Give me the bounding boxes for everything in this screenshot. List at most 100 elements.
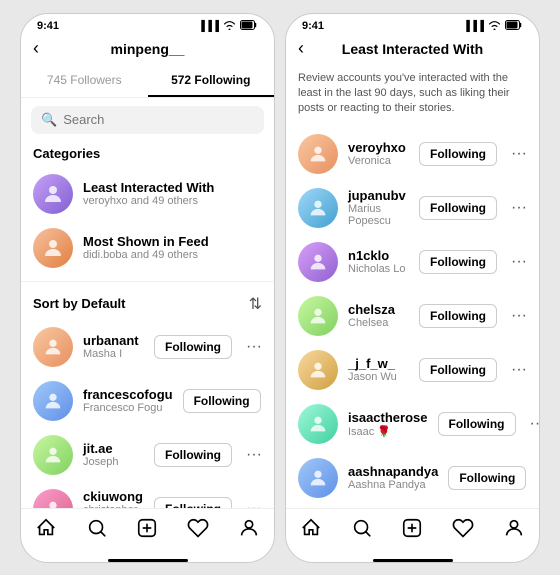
status-icons-left: ▐▐▐ [198, 20, 258, 33]
right-follow-btn-2[interactable]: Following [419, 196, 497, 220]
right-user-item-1: veroyhxo Veronica Following ··· [286, 127, 539, 181]
divider-1 [21, 281, 274, 282]
profile-title: minpeng__ [111, 41, 185, 57]
right-follow-btn-3[interactable]: Following [419, 250, 497, 274]
sort-icon[interactable]: ⇅ [249, 294, 262, 314]
sort-row[interactable]: Sort by Default ⇅ [21, 288, 274, 320]
right-more-dots-3[interactable]: ··· [511, 253, 527, 271]
right-more-dots-6[interactable]: ··· [530, 415, 540, 433]
tab-followers[interactable]: 745 Followers [21, 65, 148, 97]
follow-btn-3[interactable]: Following [154, 443, 232, 467]
left-scroll-area: Categories Least Interacted With veroyhx… [21, 142, 274, 508]
right-user-avatar-7 [298, 458, 338, 498]
time-right: 9:41 [302, 20, 324, 32]
user-item-2: francescofogu Francesco Fogu Following ·… [21, 374, 274, 428]
right-follow-btn-7[interactable]: Following [448, 466, 526, 490]
category-avatar-1 [33, 174, 73, 214]
right-more-dots-2[interactable]: ··· [511, 199, 527, 217]
right-user-info-4: chelsza Chelsea [348, 302, 409, 329]
nav-search-right[interactable] [351, 517, 373, 545]
category-least-interacted[interactable]: Least Interacted With veroyhxo and 49 ot… [21, 167, 274, 221]
user-avatar-2 [33, 381, 73, 421]
nav-heart-left[interactable] [187, 517, 209, 545]
right-follow-btn-6[interactable]: Following [438, 412, 516, 436]
right-follow-btn-1[interactable]: Following [419, 142, 497, 166]
more-dots-3[interactable]: ··· [246, 446, 262, 464]
status-bar-left: 9:41 ▐▐▐ [21, 14, 274, 37]
user-info-4: ckiuwong christopher wong [83, 489, 144, 508]
right-user-item-5: _j_f_w_ Jason Wu Following ··· [286, 343, 539, 397]
nav-profile-right[interactable] [503, 517, 525, 545]
right-user-info-6: isaactherose Isaac 🌹 [348, 410, 428, 438]
user-avatar-1 [33, 327, 73, 367]
right-more-dots-1[interactable]: ··· [511, 145, 527, 163]
user-info-1: urbanant Masha I [83, 333, 144, 360]
right-follow-btn-4[interactable]: Following [419, 304, 497, 328]
follow-btn-4[interactable]: Following [154, 497, 232, 508]
user-info-3: jit.ae Joseph [83, 441, 144, 468]
right-phone: 9:41 ▐▐▐ [285, 13, 540, 563]
follow-btn-1[interactable]: Following [154, 335, 232, 359]
right-user-item-3: n1cklo Nicholas Lo Following ··· [286, 235, 539, 289]
user-avatar-4 [33, 489, 73, 508]
time-left: 9:41 [37, 20, 59, 32]
wifi-icon-right [488, 20, 501, 33]
home-indicator-right [373, 559, 453, 562]
right-more-dots-4[interactable]: ··· [511, 307, 527, 325]
nav-heart-right[interactable] [452, 517, 474, 545]
more-dots-4[interactable]: ··· [246, 500, 262, 508]
right-follow-btn-5[interactable]: Following [419, 358, 497, 382]
user-item-1: urbanant Masha I Following ··· [21, 320, 274, 374]
categories-title: Categories [21, 142, 274, 167]
wifi-icon [223, 20, 236, 33]
right-user-item-2: jupanubv Marius Popescu Following ··· [286, 181, 539, 235]
battery-icon [240, 20, 258, 33]
description-text: Review accounts you've interacted with t… [286, 65, 539, 127]
nav-header-left: ‹ minpeng__ [21, 37, 274, 65]
right-user-info-2: jupanubv Marius Popescu [348, 188, 409, 227]
right-user-info-1: veroyhxo Veronica [348, 140, 409, 167]
nav-header-right: ‹ Least Interacted With [286, 37, 539, 65]
right-user-avatar-2 [298, 188, 338, 228]
nav-add-left[interactable] [136, 517, 158, 545]
status-icons-right: ▐▐▐ [463, 20, 523, 33]
bottom-nav-left [21, 508, 274, 557]
right-user-avatar-5 [298, 350, 338, 390]
nav-search-left[interactable] [86, 517, 108, 545]
right-user-avatar-1 [298, 134, 338, 174]
category-most-shown[interactable]: Most Shown in Feed didi.boba and 49 othe… [21, 221, 274, 275]
back-button-right[interactable]: ‹ [298, 38, 304, 59]
right-user-item-7: aashnapandya Aashna Pandya Following ··· [286, 451, 539, 505]
right-scroll-area: veroyhxo Veronica Following ··· jupanubv… [286, 127, 539, 508]
category-text-1: Least Interacted With veroyhxo and 49 ot… [83, 180, 214, 207]
left-phone: 9:41 ▐▐▐ [20, 13, 275, 563]
nav-home-left[interactable] [35, 517, 57, 545]
tab-following[interactable]: 572 Following [148, 65, 275, 97]
nav-profile-left[interactable] [238, 517, 260, 545]
home-indicator-left [108, 559, 188, 562]
back-button-left[interactable]: ‹ [33, 38, 39, 59]
follow-btn-2[interactable]: Following [183, 389, 261, 413]
right-user-info-7: aashnapandya Aashna Pandya [348, 464, 438, 491]
nav-add-right[interactable] [401, 517, 423, 545]
right-title: Least Interacted With [342, 41, 483, 57]
user-info-2: francescofogu Francesco Fogu [83, 387, 173, 414]
right-user-info-3: n1cklo Nicholas Lo [348, 248, 409, 275]
battery-icon-right [505, 20, 523, 33]
user-item-4: ckiuwong christopher wong Following ··· [21, 482, 274, 508]
status-bar-right: 9:41 ▐▐▐ [286, 14, 539, 37]
tabs-row: 745 Followers 572 Following [21, 65, 274, 98]
search-input[interactable] [63, 112, 254, 127]
right-more-dots-5[interactable]: ··· [511, 361, 527, 379]
right-user-info-5: _j_f_w_ Jason Wu [348, 356, 409, 383]
search-icon: 🔍 [41, 112, 57, 128]
search-bar[interactable]: 🔍 [31, 106, 264, 134]
user-avatar-3 [33, 435, 73, 475]
signal-icon-right: ▐▐▐ [463, 21, 484, 32]
nav-home-right[interactable] [300, 517, 322, 545]
right-user-avatar-4 [298, 296, 338, 336]
right-user-avatar-6 [298, 404, 338, 444]
bottom-nav-right [286, 508, 539, 557]
more-dots-1[interactable]: ··· [246, 338, 262, 356]
signal-icon: ▐▐▐ [198, 21, 219, 32]
